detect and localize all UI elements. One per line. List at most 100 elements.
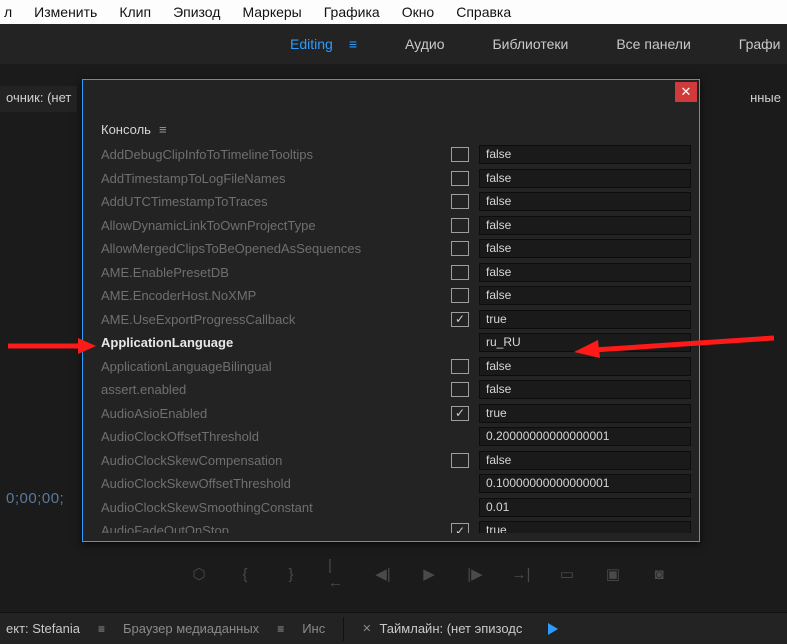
property-row: AudioFadeOutOnStop✓true — [101, 519, 695, 533]
checkbox-spacer — [451, 500, 469, 515]
close-tab-icon[interactable]: ✕ — [362, 622, 371, 635]
workspace-tab-audio[interactable]: Аудио — [405, 36, 445, 52]
property-value-input[interactable]: ru_RU — [479, 333, 691, 352]
property-value-input[interactable]: false — [479, 286, 691, 305]
panel-menu-icon[interactable]: ≡ — [159, 122, 167, 137]
property-name: ApplicationLanguageBilingual — [101, 359, 441, 374]
property-value-input[interactable]: true — [479, 521, 691, 533]
property-checkbox[interactable] — [451, 265, 469, 280]
step-forward-icon[interactable]: |▶ — [466, 565, 484, 583]
menu-item[interactable]: Клип — [119, 4, 151, 20]
property-value-input[interactable]: 0.20000000000000001 — [479, 427, 691, 446]
property-row: AudioClockSkewSmoothingConstant0.01 — [101, 496, 695, 520]
menu-item[interactable]: Графика — [324, 4, 380, 20]
menu-item[interactable]: Эпизод — [173, 4, 220, 20]
marker-icon[interactable]: ⬡ — [190, 565, 208, 583]
effects-panel-tab[interactable]: нные — [744, 86, 787, 112]
menu-item[interactable]: Справка — [456, 4, 511, 20]
console-title: Консоль — [101, 122, 151, 137]
property-checkbox[interactable]: ✓ — [451, 312, 469, 327]
workspace-tab-editing[interactable]: Editing — [290, 36, 333, 52]
property-value-input[interactable]: false — [479, 380, 691, 399]
play-icon[interactable]: ▶ — [420, 565, 438, 583]
go-to-in-icon[interactable]: |← — [328, 565, 346, 583]
timecode-display: 0;00;00; — [6, 490, 64, 507]
property-row: AudioClockSkewOffsetThreshold 0.100000000… — [101, 472, 695, 496]
in-point-icon[interactable]: { — [236, 565, 254, 583]
menu-item[interactable]: Маркеры — [242, 4, 301, 20]
property-name: AudioClockSkewCompensation — [101, 453, 441, 468]
property-value-input[interactable]: true — [479, 404, 691, 423]
close-icon: ✕ — [681, 84, 692, 100]
property-value-input[interactable]: 0.01 — [479, 498, 691, 517]
export-frame-icon[interactable]: ◙ — [650, 565, 668, 583]
property-row: AudioClockSkewCompensation false — [101, 449, 695, 473]
workspace-tab-all-panels[interactable]: Все панели — [616, 36, 690, 52]
menu-item[interactable]: Изменить — [34, 4, 97, 20]
property-row: AME.EnablePresetDBfalse — [101, 261, 695, 285]
property-row: ApplicationLanguage ru_RU — [101, 331, 695, 355]
property-row: AudioClockOffsetThreshold 0.2000000000000… — [101, 425, 695, 449]
out-point-icon[interactable]: } — [282, 565, 300, 583]
property-value-input[interactable]: false — [479, 145, 691, 164]
property-checkbox[interactable] — [451, 171, 469, 186]
workspace-tab-libraries[interactable]: Библиотеки — [492, 36, 568, 52]
property-name: AllowDynamicLinkToOwnProjectType — [101, 218, 441, 233]
property-checkbox[interactable] — [451, 147, 469, 162]
playhead-icon — [548, 623, 558, 635]
property-checkbox[interactable] — [451, 453, 469, 468]
media-browser-tab[interactable]: Браузер медиаданных — [123, 621, 259, 636]
workspace-menu-icon[interactable]: ≡ — [349, 36, 357, 52]
property-checkbox[interactable] — [451, 288, 469, 303]
property-checkbox[interactable] — [451, 382, 469, 397]
property-name: AME.EncoderHost.NoXMP — [101, 288, 441, 303]
bottom-panel-tabs: ект: Stefania ≡ Браузер медиаданных ≡ Ин… — [0, 612, 787, 644]
close-button[interactable]: ✕ — [675, 82, 697, 102]
property-name: ApplicationLanguage — [101, 335, 441, 350]
property-value-input[interactable]: 0.10000000000000001 — [479, 474, 691, 493]
os-menubar: л Изменить Клип Эпизод Маркеры Графика О… — [0, 0, 787, 24]
panel-menu-icon[interactable]: ≡ — [98, 622, 105, 636]
info-tab[interactable]: Инс — [302, 621, 325, 636]
property-checkbox[interactable] — [451, 359, 469, 374]
property-checkbox[interactable] — [451, 218, 469, 233]
property-value-input[interactable]: false — [479, 357, 691, 376]
property-name: AddTimestampToLogFileNames — [101, 171, 441, 186]
menu-truncated[interactable]: л — [4, 4, 12, 20]
property-row: AddTimestampToLogFileNames false — [101, 167, 695, 191]
property-checkbox[interactable]: ✓ — [451, 523, 469, 533]
property-checkbox[interactable] — [451, 241, 469, 256]
transport-controls: ⬡ { } |← ◀| ▶ |▶ →| ▭ ▣ ◙ — [190, 565, 668, 583]
property-value-input[interactable]: true — [479, 310, 691, 329]
property-row: AddDebugClipInfoToTimelineTooltipsfalse — [101, 143, 695, 167]
console-property-list: AddDebugClipInfoToTimelineTooltipsfalseA… — [83, 143, 699, 533]
property-name: assert.enabled — [101, 382, 441, 397]
timeline-tab[interactable]: Таймлайн: (нет эпизодс — [379, 621, 522, 636]
go-to-out-icon[interactable]: →| — [512, 565, 530, 583]
property-row: assert.enabled false — [101, 378, 695, 402]
property-value-input[interactable]: false — [479, 169, 691, 188]
property-checkbox[interactable]: ✓ — [451, 406, 469, 421]
property-value-input[interactable]: false — [479, 263, 691, 282]
source-panel-tab[interactable]: очник: (нет — [0, 86, 77, 112]
property-name: AddUTCTimestampToTraces — [101, 194, 441, 209]
checkbox-spacer — [451, 476, 469, 491]
project-tab[interactable]: ект: Stefania — [6, 621, 80, 636]
insert-icon[interactable]: ▭ — [558, 565, 576, 583]
property-name: AudioClockSkewOffsetThreshold — [101, 476, 441, 491]
property-name: AudioClockOffsetThreshold — [101, 429, 441, 444]
property-value-input[interactable]: false — [479, 451, 691, 470]
overwrite-icon[interactable]: ▣ — [604, 565, 622, 583]
panel-menu-icon[interactable]: ≡ — [277, 622, 284, 636]
console-header: Консоль ≡ — [83, 114, 699, 143]
step-back-icon[interactable]: ◀| — [374, 565, 392, 583]
property-value-input[interactable]: false — [479, 239, 691, 258]
workspace-tab-graphics[interactable]: Графи — [739, 36, 781, 52]
property-checkbox[interactable] — [451, 194, 469, 209]
property-row: AddUTCTimestampToTraces false — [101, 190, 695, 214]
property-name: AllowMergedClipsToBeOpenedAsSequences — [101, 241, 441, 256]
checkbox-spacer — [451, 335, 469, 350]
property-value-input[interactable]: false — [479, 216, 691, 235]
property-value-input[interactable]: false — [479, 192, 691, 211]
menu-item[interactable]: Окно — [402, 4, 435, 20]
